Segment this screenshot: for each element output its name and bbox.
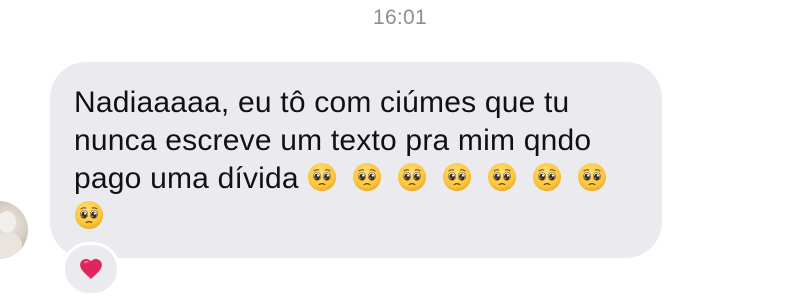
message-bubble[interactable]: Nadiaaaaa, eu tô com ciúmes que tu nunca… <box>50 62 662 258</box>
red-heart-icon <box>80 259 102 279</box>
message-content: Nadiaaaaa, eu tô com ciúmes que tu nunca… <box>74 84 638 236</box>
avatar-head <box>0 211 16 233</box>
avatar-body <box>0 233 22 259</box>
pleading-face-icon <box>577 162 607 192</box>
chat-screen: 16:01 Nadiaaaaa, eu tô com ciúmes que tu… <box>0 0 800 302</box>
pleading-face-icon <box>74 200 104 230</box>
pleading-face-icon <box>532 162 562 192</box>
message-timestamp: 16:01 <box>372 6 428 29</box>
pleading-face-icon <box>307 162 337 192</box>
pleading-face-icon <box>442 162 472 192</box>
sender-avatar[interactable] <box>0 201 28 259</box>
heart-reaction[interactable] <box>62 242 120 296</box>
pleading-face-icon <box>397 162 427 192</box>
pleading-face-icon <box>487 162 517 192</box>
pleading-face-icon <box>352 162 382 192</box>
